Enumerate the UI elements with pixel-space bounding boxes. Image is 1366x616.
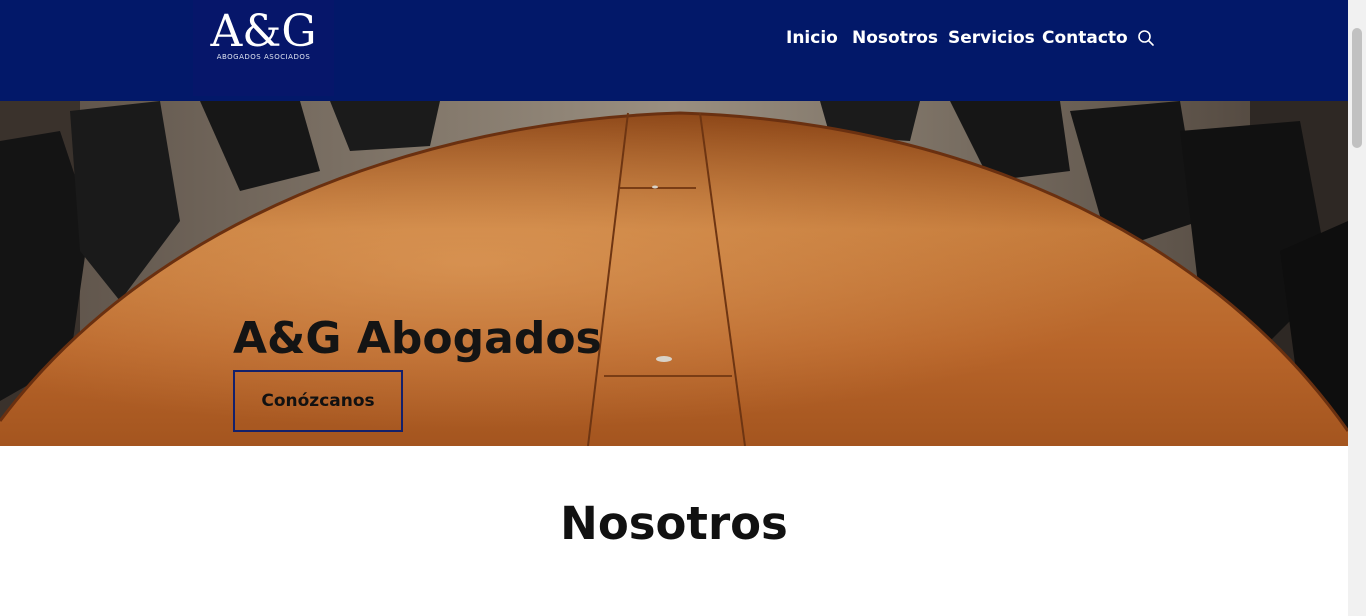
site-header: A&G ABOGADOS ASOCIADOS Inicio Nosotros S… [0,0,1348,101]
nav-inicio[interactable]: Inicio [786,27,838,49]
conference-room-image [0,101,1348,446]
search-icon[interactable] [1137,29,1155,47]
site-logo[interactable]: A&G ABOGADOS ASOCIADOS [193,0,334,96]
nav-servicios[interactable]: Servicios [948,27,1035,49]
scrollbar-thumb[interactable] [1352,28,1362,148]
hero-title: A&G Abogados [233,313,602,364]
nav-contacto[interactable]: Contacto [1042,27,1128,49]
hero-banner: A&G Abogados Conózcanos [0,101,1348,446]
logo-mark: A&G [210,6,317,57]
learn-more-button[interactable]: Conózcanos [233,370,403,432]
nav-nosotros[interactable]: Nosotros [852,27,938,49]
section-title: Nosotros [560,497,788,550]
logo-tagline: ABOGADOS ASOCIADOS [216,53,311,61]
